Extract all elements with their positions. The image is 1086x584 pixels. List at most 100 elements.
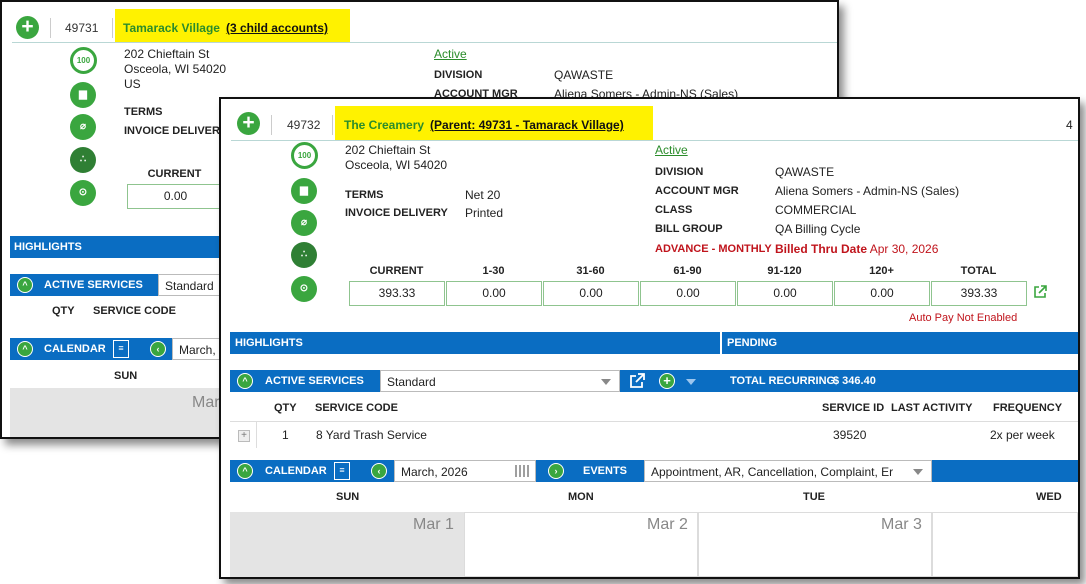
add-icon[interactable]: + <box>16 16 39 39</box>
aging-value-current: 393.33 <box>349 281 445 306</box>
child-accounts-link[interactable]: (3 child accounts) <box>226 21 328 35</box>
events-title: EVENTS <box>583 465 628 477</box>
billed-thru-label: Billed Thru Date <box>775 242 868 256</box>
paperclip-icon[interactable]: ⌀ <box>70 114 96 140</box>
calendar-date: Mar 2 <box>647 516 688 533</box>
aging-header-91-120: 91-120 <box>767 265 802 277</box>
events-filter-select[interactable]: Appointment, AR, Cancellation, Complaint… <box>644 460 932 482</box>
calendar-grid-icon[interactable] <box>515 465 531 477</box>
aging-header-current: CURRENT <box>369 265 424 277</box>
service-type-select[interactable]: Standard <box>158 274 228 296</box>
aging-value-120-plus: 0.00 <box>834 281 930 306</box>
billed-thru-date: Billed Thru Date Apr 30, 2026 <box>775 242 938 256</box>
calendar-title: CALENDAR <box>265 465 327 477</box>
chevron-down-icon[interactable] <box>686 379 696 385</box>
score-100-icon[interactable]: 100 <box>291 142 318 169</box>
advance-monthly-label: ADVANCE - MONTHLY <box>655 243 772 255</box>
status-link[interactable]: Active <box>434 47 467 61</box>
frequency-header: FREQUENCY <box>993 402 1063 414</box>
account-name: The Creamery (Parent: 49731 - Tamarack Vi… <box>344 118 624 132</box>
service-type-select[interactable]: Standard <box>380 370 620 392</box>
qty-header: QTY <box>52 305 75 317</box>
service-id-header: SERVICE ID <box>822 402 885 414</box>
account-mgr-value: Aliena Somers - Admin-NS (Sales) <box>775 184 960 198</box>
score-100-icon[interactable]: 100 <box>70 47 97 74</box>
highlights-bar[interactable]: HIGHLIGHTS <box>230 332 720 354</box>
invoice-delivery-value: Printed <box>465 206 504 220</box>
next-month-icon[interactable]: › <box>548 463 564 479</box>
calendar-list-icon[interactable]: ≡ <box>113 340 129 358</box>
calendar-day-cell[interactable] <box>932 512 1078 577</box>
chart-icon[interactable]: ∴ <box>70 147 96 173</box>
table-row[interactable]: + 1 8 Yard Trash Service 39520 2x per we… <box>230 422 1078 448</box>
prev-month-icon[interactable]: ‹ <box>371 463 387 479</box>
calendar-list-icon[interactable]: ≡ <box>334 462 350 480</box>
collapse-icon[interactable]: ^ <box>17 277 33 293</box>
calendar-fill-bar <box>932 460 1078 482</box>
collapse-icon[interactable]: ^ <box>237 463 253 479</box>
paperclip-icon[interactable]: ⌀ <box>291 210 317 236</box>
aging-header-total: TOTAL <box>960 265 997 277</box>
active-services-bar[interactable]: ^ ACTIVE SERVICES (0) <box>10 274 158 313</box>
truck-icon[interactable]: ▆ <box>70 82 96 108</box>
calendar-bar[interactable]: ^ CALENDAR ≡ ‹ <box>10 338 172 360</box>
header-divider <box>50 18 51 38</box>
total-recurring-label: TOTAL RECURRING <box>730 375 836 387</box>
collapse-icon[interactable]: ^ <box>17 341 33 357</box>
class-label: CLASS <box>655 204 693 216</box>
highlights-bar[interactable]: HIGHLIGHTS <box>10 236 230 258</box>
services-tools-bar: + TOTAL RECURRING $ 346.40 <box>620 370 1078 392</box>
division-value: QAWASTE <box>775 165 835 179</box>
terms-value: Net 20 <box>465 188 501 202</box>
aging-header-120-plus: 120+ <box>869 265 894 277</box>
status-link[interactable]: Active <box>655 143 688 157</box>
collapse-icon[interactable]: ^ <box>237 373 253 389</box>
parent-account-link[interactable]: (Parent: 49731 - Tamarack Village) <box>430 118 624 132</box>
address-line-2: Osceola, WI 54020 <box>345 158 448 172</box>
aging-value-61-90: 0.00 <box>640 281 736 306</box>
calendar-date: Mar 3 <box>881 516 922 533</box>
edge-digit: 4 <box>1066 118 1073 132</box>
prev-month-icon[interactable]: ‹ <box>150 341 166 357</box>
events-bar[interactable]: › EVENTS <box>536 460 644 482</box>
account-number: 49732 <box>287 118 321 132</box>
current-header: CURRENT <box>147 168 202 180</box>
chevron-down-icon[interactable] <box>913 469 923 475</box>
service-code-header: SERVICE CODE <box>93 305 176 317</box>
pending-bar[interactable]: PENDING <box>722 332 1078 354</box>
account-name-text: The Creamery <box>344 118 425 132</box>
search-icon[interactable]: ⊙ <box>70 180 96 206</box>
account-name-text: Tamarack Village <box>123 21 220 35</box>
row-qty: 1 <box>282 428 289 442</box>
bill-group-label: BILL GROUP <box>655 223 723 235</box>
calendar-date: Mar <box>192 394 220 411</box>
truck-icon[interactable]: ▆ <box>291 178 317 204</box>
sun-header: SUN <box>114 370 138 382</box>
row-frequency: 2x per week <box>990 428 1055 442</box>
calendar-date: Mar 1 <box>413 516 454 533</box>
calendar-bar[interactable]: ^ CALENDAR ≡ ‹ <box>230 460 394 482</box>
add-icon[interactable]: + <box>237 112 260 135</box>
highlights-title: HIGHLIGHTS <box>235 337 303 349</box>
calendar-title: CALENDAR <box>44 343 106 355</box>
row-service-id: 39520 <box>833 428 867 442</box>
terms-label: TERMS <box>345 189 384 201</box>
current-value: 0.00 <box>127 184 224 209</box>
header-divider <box>112 18 113 38</box>
day-header-mon: MON <box>568 491 594 503</box>
division-label: DIVISION <box>434 69 483 81</box>
chevron-down-icon[interactable] <box>601 379 611 385</box>
search-icon[interactable]: ⊙ <box>291 276 317 302</box>
open-external-icon[interactable] <box>629 373 645 389</box>
header-divider <box>332 115 333 135</box>
aging-header-61-90: 61-90 <box>673 265 702 277</box>
active-services-bar[interactable]: ^ ACTIVE SERVICES (1) <box>230 370 380 409</box>
service-code-header: SERVICE CODE <box>315 402 398 414</box>
expand-icon[interactable]: + <box>238 430 250 442</box>
external-link-icon[interactable] <box>1033 285 1047 299</box>
pending-title: PENDING <box>727 337 778 349</box>
front-account-window: + 49732 The Creamery (Parent: 49731 - Tam… <box>219 97 1080 579</box>
add-service-icon[interactable]: + <box>659 373 675 389</box>
qty-header: QTY <box>274 402 297 414</box>
chart-icon[interactable]: ∴ <box>291 242 317 268</box>
